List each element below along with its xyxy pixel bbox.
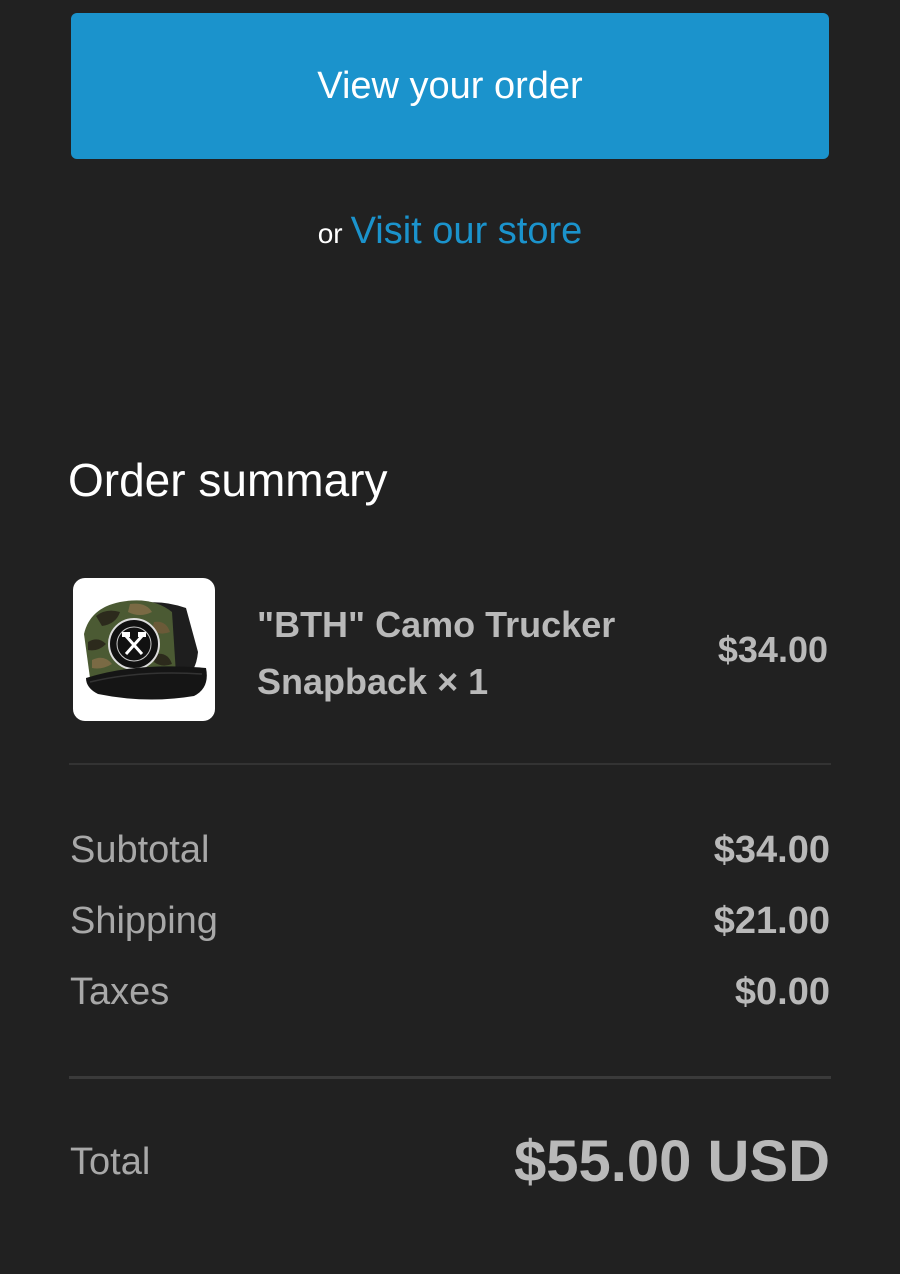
order-summary-title: Order summary bbox=[68, 454, 388, 506]
subtotal-value: $34.00 bbox=[713, 829, 830, 871]
camo-trucker-cap-icon bbox=[84, 599, 207, 700]
item-divider bbox=[69, 763, 831, 765]
or-text: or bbox=[317, 218, 343, 249]
total-label: Total bbox=[70, 1141, 151, 1183]
product-name: "BTH" Camo Trucker Snapback × 1 bbox=[257, 604, 616, 702]
order-status-page: View your order or Visit our store Order … bbox=[0, 0, 900, 1274]
shipping-label: Shipping bbox=[70, 900, 218, 942]
view-order-button[interactable]: View your order bbox=[71, 13, 829, 159]
product-thumbnail bbox=[73, 578, 215, 721]
total-divider bbox=[69, 1076, 831, 1079]
shipping-value: $21.00 bbox=[713, 900, 830, 942]
taxes-label: Taxes bbox=[70, 971, 170, 1013]
subtotal-label: Subtotal bbox=[70, 829, 210, 871]
product-price: $34.00 bbox=[717, 629, 828, 670]
visit-store-line: or Visit our store bbox=[0, 207, 900, 258]
visit-store-link[interactable]: Visit our store bbox=[351, 210, 583, 252]
view-order-label: View your order bbox=[317, 64, 583, 107]
taxes-value: $0.00 bbox=[734, 971, 830, 1013]
total-value: $55.00 USD bbox=[514, 1129, 830, 1194]
